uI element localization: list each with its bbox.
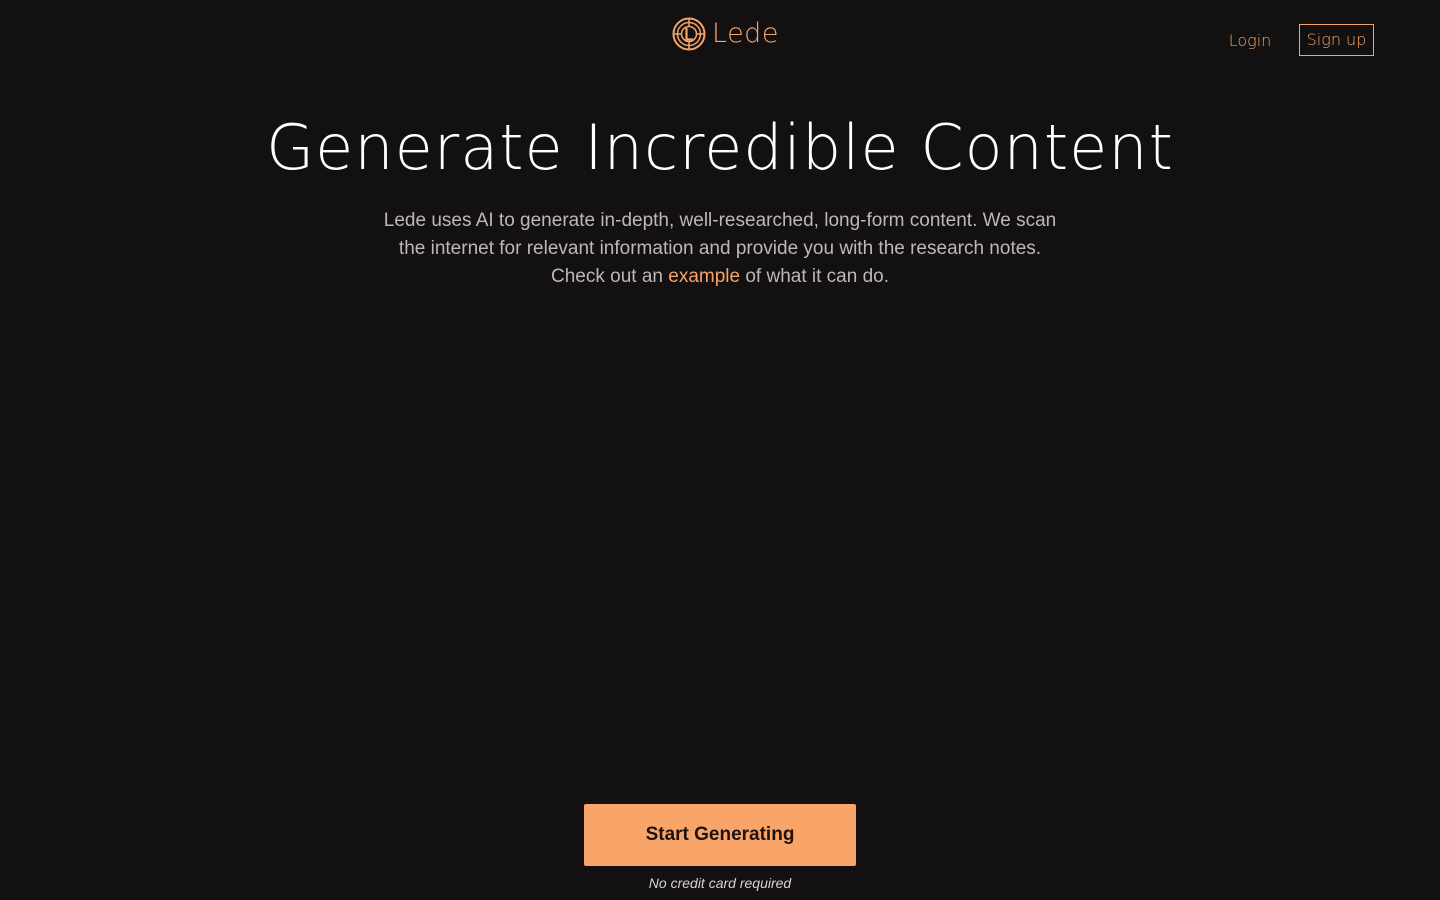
brand-logo-link[interactable]: Lede (672, 16, 779, 52)
lede-emblem-icon (672, 17, 706, 51)
brand-name: Lede (712, 18, 779, 49)
hero-description: Lede uses AI to generate in-depth, well-… (380, 207, 1060, 291)
start-generating-button[interactable]: Start Generating (584, 804, 856, 866)
landing-page: Lede Login Sign up Generate Incredible C… (0, 0, 1440, 900)
no-credit-card-note: No credit card required (648, 875, 792, 891)
signup-button[interactable]: Sign up (1299, 24, 1374, 56)
hero-title: Generate Incredible Content (266, 111, 1174, 184)
login-link[interactable]: Login (1222, 26, 1278, 56)
example-link[interactable]: example (668, 266, 740, 287)
hero-description-text-end: of what it can do. (740, 266, 889, 287)
